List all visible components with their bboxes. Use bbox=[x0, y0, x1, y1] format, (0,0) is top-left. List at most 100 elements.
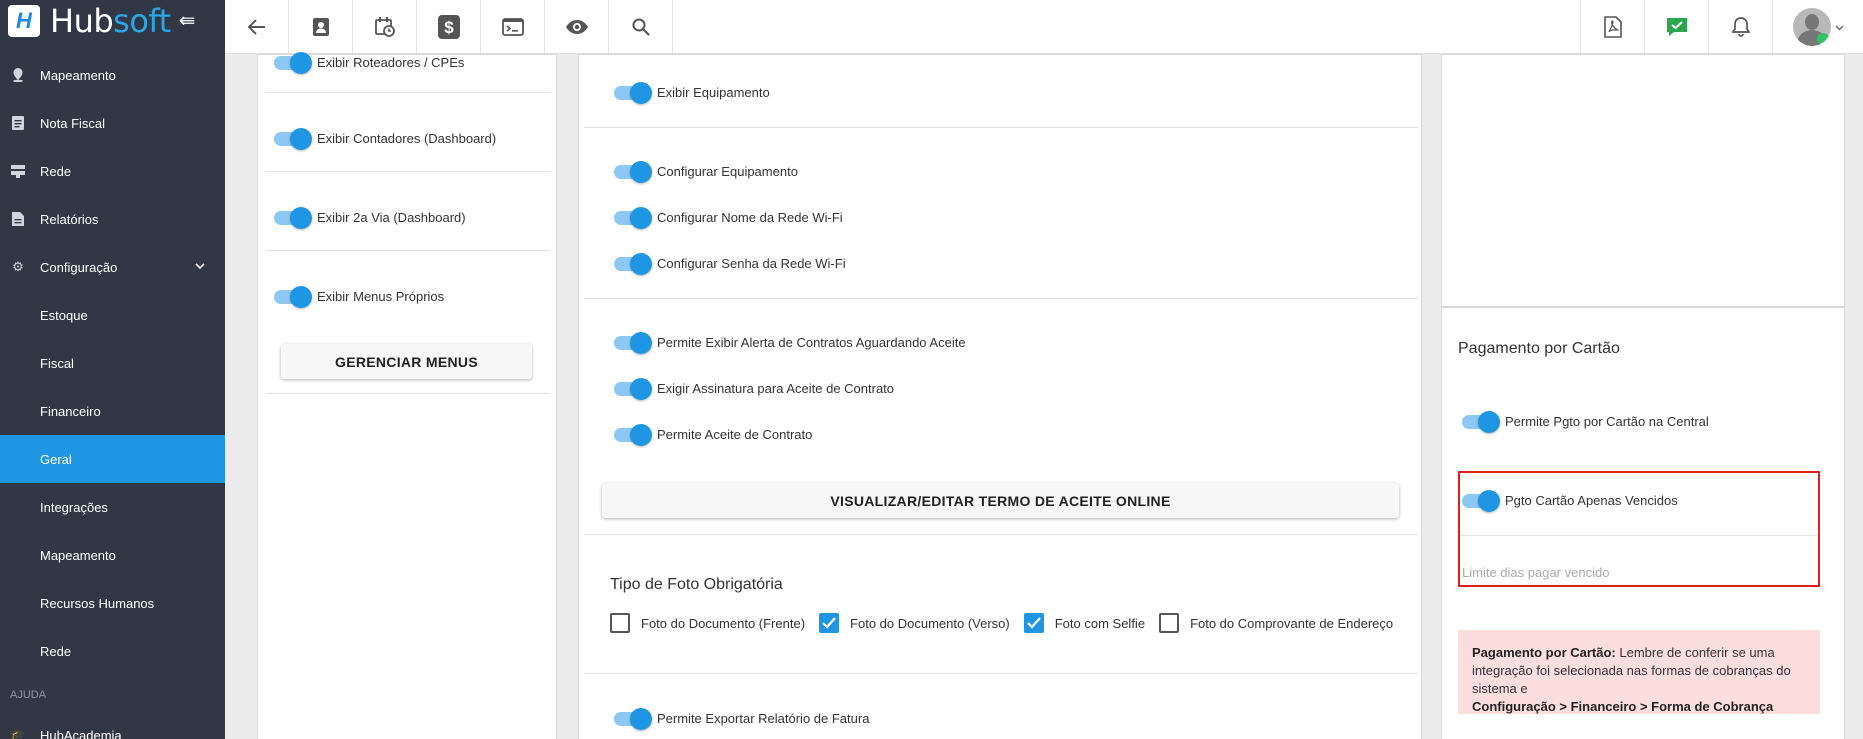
toggle-row[interactable]: Permite Pgto por Cartão na Central bbox=[1462, 410, 1709, 433]
manage-menus-button[interactable]: GERENCIAR MENUS bbox=[281, 344, 532, 379]
toggle-switch[interactable] bbox=[274, 127, 312, 150]
toggle-label: Permite Aceite de Contrato bbox=[657, 427, 813, 442]
card-payment-title: Pagamento por Cartão bbox=[1458, 340, 1620, 357]
checkbox-unchecked[interactable] bbox=[610, 613, 630, 633]
toggle-row[interactable]: Exibir Equipamento bbox=[614, 81, 770, 104]
toggle-label: Exibir Equipamento bbox=[657, 85, 770, 100]
collapse-menu-icon[interactable]: ⇚ bbox=[179, 8, 196, 33]
checkbox-item[interactable]: Foto do Documento (Frente) bbox=[610, 613, 805, 633]
toggle-switch[interactable] bbox=[1462, 410, 1500, 433]
toggle-switch[interactable] bbox=[614, 81, 652, 104]
back-arrow-icon[interactable] bbox=[225, 0, 289, 54]
toggle-row[interactable]: Permite Exibir Alerta de Contratos Aguar… bbox=[614, 331, 966, 354]
sidebar-subitem-mapeamento[interactable]: Mapeamento bbox=[0, 531, 225, 579]
calendar-clock-icon[interactable] bbox=[353, 0, 417, 54]
toggle-switch[interactable] bbox=[614, 252, 652, 275]
toggle-switch[interactable] bbox=[614, 707, 652, 730]
sidebar: H Hubsoft ⇚ Mapeamento Nota Fiscal Rede bbox=[0, 0, 225, 739]
toggle-switch[interactable] bbox=[274, 206, 312, 229]
client-area-options-card: Exibir Equipamento Configurar Equipament… bbox=[578, 54, 1422, 739]
checkbox-label: Foto do Documento (Frente) bbox=[641, 615, 806, 631]
pdf-icon[interactable] bbox=[1580, 0, 1644, 54]
sidebar-item-label: Rede bbox=[40, 163, 72, 179]
online-status-dot bbox=[1816, 33, 1829, 45]
search-icon[interactable] bbox=[609, 0, 673, 54]
toggle-switch[interactable] bbox=[274, 285, 312, 308]
checkbox-item[interactable]: Foto do Comprovante de Endereço bbox=[1159, 613, 1393, 633]
toggle-row[interactable]: Pgto Cartão Apenas Vencidos bbox=[1462, 489, 1678, 512]
sidebar-item-label: Mapeamento bbox=[40, 67, 116, 83]
toggle-row[interactable]: Exigir Assinatura para Aceite de Contrat… bbox=[614, 377, 895, 400]
toggle-row[interactable]: Permite Exportar Relatório de Fatura bbox=[614, 707, 869, 730]
sidebar-subitem-recursos-humanos[interactable]: Recursos Humanos bbox=[0, 579, 225, 627]
checkbox-checked[interactable] bbox=[1023, 613, 1044, 633]
toggle-row[interactable]: Configurar Nome da Rede Wi-Fi bbox=[614, 206, 843, 229]
checkbox-unchecked[interactable] bbox=[1159, 613, 1180, 633]
toggle-label: Exibir Menus Próprios bbox=[317, 289, 445, 304]
sidebar-item-mapeamento[interactable]: Mapeamento bbox=[0, 51, 225, 99]
gear-icon: ⚙ bbox=[12, 259, 24, 274]
chat-check-icon[interactable] bbox=[1644, 0, 1708, 54]
due-days-limit-input[interactable]: Limite dias pagar vencido bbox=[1462, 565, 1609, 580]
toggle-switch[interactable] bbox=[614, 160, 652, 183]
logo-bar: H Hubsoft ⇚ bbox=[0, 0, 225, 41]
terminal-icon[interactable] bbox=[481, 0, 545, 54]
toggle-row[interactable]: Permite Aceite de Contrato bbox=[614, 423, 813, 446]
chevron-down-icon bbox=[1835, 18, 1844, 36]
sidebar-section-ajuda: AJUDA bbox=[10, 689, 47, 701]
right-top-card bbox=[1441, 54, 1845, 307]
sidebar-item-label: HubAcademia bbox=[40, 728, 122, 739]
photo-type-title: Tipo de Foto Obrigatória bbox=[610, 576, 783, 593]
checkbox-item[interactable]: Foto do Documento (Verso) bbox=[819, 613, 1010, 633]
toggle-row[interactable]: Exibir 2a Via (Dashboard) bbox=[274, 206, 466, 229]
dollar-icon[interactable]: $ bbox=[417, 0, 481, 54]
toggle-row[interactable]: Configurar Senha da Rede Wi-Fi bbox=[614, 252, 846, 275]
sidebar-subitem-estoque[interactable]: Estoque bbox=[0, 291, 225, 339]
alert-path: Configuração > Financeiro > Forma de Cob… bbox=[1472, 699, 1774, 714]
toggle-switch[interactable] bbox=[614, 206, 652, 229]
toggle-row[interactable]: Exibir Roteadores / CPEs bbox=[274, 51, 465, 74]
toggle-switch[interactable] bbox=[614, 423, 652, 446]
toggle-switch[interactable] bbox=[1462, 489, 1500, 512]
sidebar-item-label: Nota Fiscal bbox=[40, 115, 106, 131]
sidebar-item-nota-fiscal[interactable]: Nota Fiscal bbox=[0, 99, 225, 147]
toggle-row[interactable]: Configurar Equipamento bbox=[614, 160, 798, 183]
sidebar-item-hubacademia[interactable]: 🎓 HubAcademia bbox=[0, 715, 225, 739]
view-edit-acceptance-term-button[interactable]: VISUALIZAR/EDITAR TERMO DE ACEITE ONLINE bbox=[602, 483, 1399, 518]
toggle-label: Exigir Assinatura para Aceite de Contrat… bbox=[657, 381, 895, 396]
sidebar-subitem-rede[interactable]: Rede bbox=[0, 627, 225, 675]
eye-icon[interactable] bbox=[545, 0, 609, 54]
chevron-down-icon bbox=[195, 261, 205, 273]
logo-text: Hubsoft bbox=[50, 1, 171, 40]
sidebar-item-label: Configuração bbox=[40, 259, 118, 275]
toggle-row[interactable]: Exibir Menus Próprios bbox=[274, 285, 445, 308]
sidebar-item-configuracao[interactable]: ⚙ Configuração bbox=[0, 243, 225, 291]
toggle-label: Configurar Equipamento bbox=[657, 164, 798, 179]
toggle-row[interactable]: Exibir Contadores (Dashboard) bbox=[274, 127, 496, 150]
contact-card-icon[interactable] bbox=[289, 0, 353, 54]
toggle-switch[interactable] bbox=[614, 331, 652, 354]
academy-icon: 🎓 bbox=[9, 727, 27, 739]
user-menu[interactable] bbox=[1772, 0, 1863, 54]
sidebar-item-label: Relatórios bbox=[40, 211, 99, 227]
checkbox-label: Foto do Comprovante de Endereço bbox=[1190, 615, 1394, 631]
map-pin-icon bbox=[10, 67, 26, 83]
toggle-switch[interactable] bbox=[274, 51, 312, 74]
toggle-switch[interactable] bbox=[614, 377, 652, 400]
alert-title: Pagamento por Cartão: bbox=[1472, 645, 1616, 660]
sidebar-subitem-geral[interactable]: Geral bbox=[0, 435, 225, 483]
sidebar-item-rede[interactable]: Rede bbox=[0, 147, 225, 195]
checkbox-checked[interactable] bbox=[819, 613, 840, 633]
card-payment-alert: Pagamento por Cartão: Lembre de conferir… bbox=[1458, 630, 1820, 714]
toggle-label: Permite Exibir Alerta de Contratos Aguar… bbox=[657, 335, 966, 350]
toggle-label: Exibir Roteadores / CPEs bbox=[317, 55, 465, 70]
sidebar-subitem-integracoes[interactable]: Integrações bbox=[0, 483, 225, 531]
sidebar-subitem-financeiro[interactable]: Financeiro bbox=[0, 387, 225, 435]
hubsoft-logo-icon[interactable]: H bbox=[8, 4, 40, 37]
toggle-label: Configurar Senha da Rede Wi-Fi bbox=[657, 256, 846, 271]
bell-icon[interactable] bbox=[1708, 0, 1772, 54]
sidebar-item-relatorios[interactable]: Relatórios bbox=[0, 195, 225, 243]
sidebar-subitem-fiscal[interactable]: Fiscal bbox=[0, 339, 225, 387]
checkbox-item[interactable]: Foto com Selfie bbox=[1023, 613, 1145, 633]
toggle-label: Exibir 2a Via (Dashboard) bbox=[317, 210, 466, 225]
